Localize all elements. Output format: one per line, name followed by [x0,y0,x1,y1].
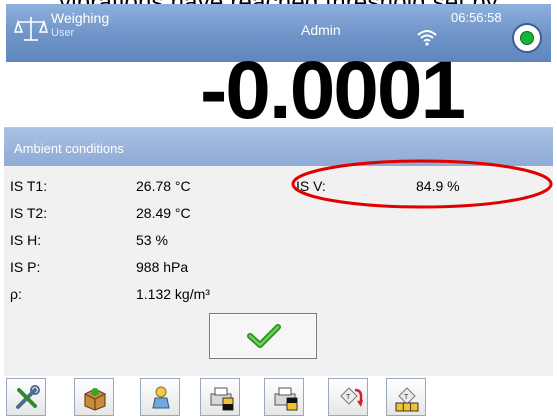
row-label: IS P: [10,259,41,275]
weight-button[interactable] [140,378,180,416]
tare-keypad-button[interactable]: T [386,378,426,416]
top-bar: Weighing User Admin 06:56:58 [6,4,551,62]
tools-button[interactable] [6,378,46,416]
ok-button[interactable] [209,313,317,359]
row-value: 988 hPa [136,259,189,275]
weight-value: -0.0001 [200,56,466,128]
app-name: Weighing [51,10,110,26]
wifi-icon [417,30,437,46]
ambient-conditions-dialog: Ambient conditions IS T1: 26.78 °C IS T2… [4,127,553,377]
tare-keypad-icon: T [395,387,419,412]
row-label: IS T1: [10,178,48,194]
printer-header-icon [274,387,298,411]
balance-scale-icon [14,17,48,41]
tare-back-button[interactable]: T [328,378,368,416]
row-value: 1.132 kg/m³ [136,286,210,302]
row-label: IS T2: [10,205,48,221]
print-header-button[interactable] [264,378,304,416]
row-value: 28.49 °C [136,205,191,221]
printer-icon [210,387,234,411]
bottom-toolbar: T T [0,376,557,417]
row-label: IS H: [10,232,42,248]
vibration-label: IS V: [296,178,326,194]
status-indicator-icon[interactable] [512,23,542,53]
tools-icon [16,385,40,409]
dialog-title: Ambient conditions [14,141,124,156]
svg-text:T: T [346,394,351,401]
box-icon [84,388,106,411]
row-value: 26.78 °C [136,178,191,194]
print-button[interactable] [200,378,240,416]
vibration-value: 84.9 % [416,178,460,194]
checkmark-icon [247,324,281,348]
row-value: 53 % [136,232,168,248]
weight-icon [152,386,170,409]
account-name[interactable]: Admin [301,22,341,38]
tare-back-icon: T [340,387,363,407]
product-button[interactable] [74,378,114,416]
row-label: ρ: [10,286,22,302]
weight-reading: -0.0001 [200,56,500,128]
clock: 06:56:58 [451,10,502,25]
user-role: User [51,27,75,39]
dialog-header: Ambient conditions [4,128,553,166]
svg-text:T: T [404,394,409,401]
